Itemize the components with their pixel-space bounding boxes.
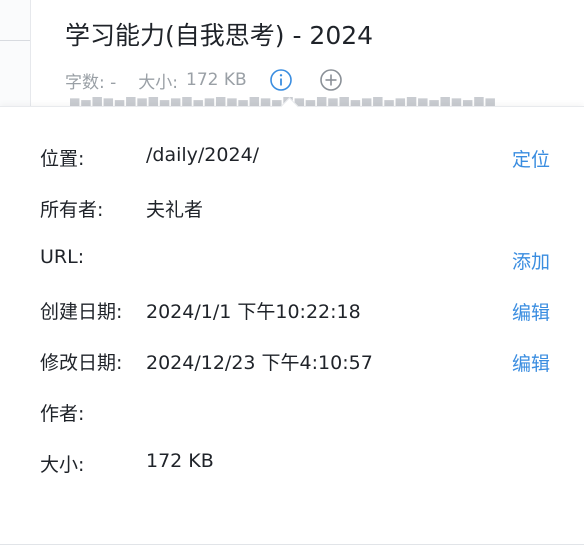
- author-label: 作者:: [40, 403, 85, 425]
- modified-value: 2024/12/23 下午4:10:57: [146, 352, 373, 374]
- size-label: 大小:: [138, 72, 178, 93]
- sidebar-divider: [0, 40, 30, 41]
- sidebar-fragment: [0, 0, 31, 110]
- document-header: 学习能力(自我思考) - 2024 字数: - 大小: 172 KB: [31, 0, 584, 107]
- created-label: 创建日期:: [40, 301, 123, 323]
- property-created: 创建日期: 2024/1/1 下午10:22:18 编辑: [40, 297, 550, 327]
- add-icon[interactable]: [319, 68, 343, 92]
- property-size: 大小: 172 KB: [40, 450, 550, 480]
- property-modified: 修改日期: 2024/12/23 下午4:10:57 编辑: [40, 348, 550, 378]
- owner-label: 所有者:: [40, 199, 104, 221]
- url-label: URL:: [40, 246, 85, 268]
- edit-created-button[interactable]: 编辑: [512, 298, 550, 325]
- size-value: 172 KB: [186, 70, 247, 90]
- location-value: /daily/2024/: [146, 144, 260, 166]
- location-label: 位置:: [40, 148, 85, 170]
- edit-modified-button[interactable]: 编辑: [512, 349, 550, 376]
- info-icon[interactable]: [269, 68, 293, 92]
- locate-button[interactable]: 定位: [512, 145, 550, 172]
- property-owner: 所有者: 夫礼者: [40, 195, 550, 225]
- document-info-popover: 位置: /daily/2024/ 定位 所有者: 夫礼者 URL: 添加 创建日…: [0, 106, 584, 547]
- owner-value: 夫礼者: [146, 199, 204, 221]
- created-value: 2024/1/1 下午10:22:18: [146, 301, 361, 323]
- property-author: 作者:: [40, 399, 550, 429]
- property-location: 位置: /daily/2024/ 定位: [40, 144, 550, 174]
- modified-label: 修改日期:: [40, 352, 123, 374]
- property-url: URL: 添加: [40, 246, 550, 276]
- word-count: 字数: -: [65, 72, 117, 93]
- note-info-screen: 学习能力(自我思考) - 2024 字数: - 大小: 172 KB 位置: /…: [0, 0, 584, 547]
- size-prop-label: 大小:: [40, 454, 85, 476]
- add-url-button[interactable]: 添加: [512, 247, 550, 274]
- document-title[interactable]: 学习能力(自我思考) - 2024: [65, 16, 373, 52]
- document-meta: 字数: - 大小: 172 KB: [65, 68, 343, 93]
- size-prop-value: 172 KB: [146, 450, 214, 472]
- bottom-divider: [0, 544, 584, 545]
